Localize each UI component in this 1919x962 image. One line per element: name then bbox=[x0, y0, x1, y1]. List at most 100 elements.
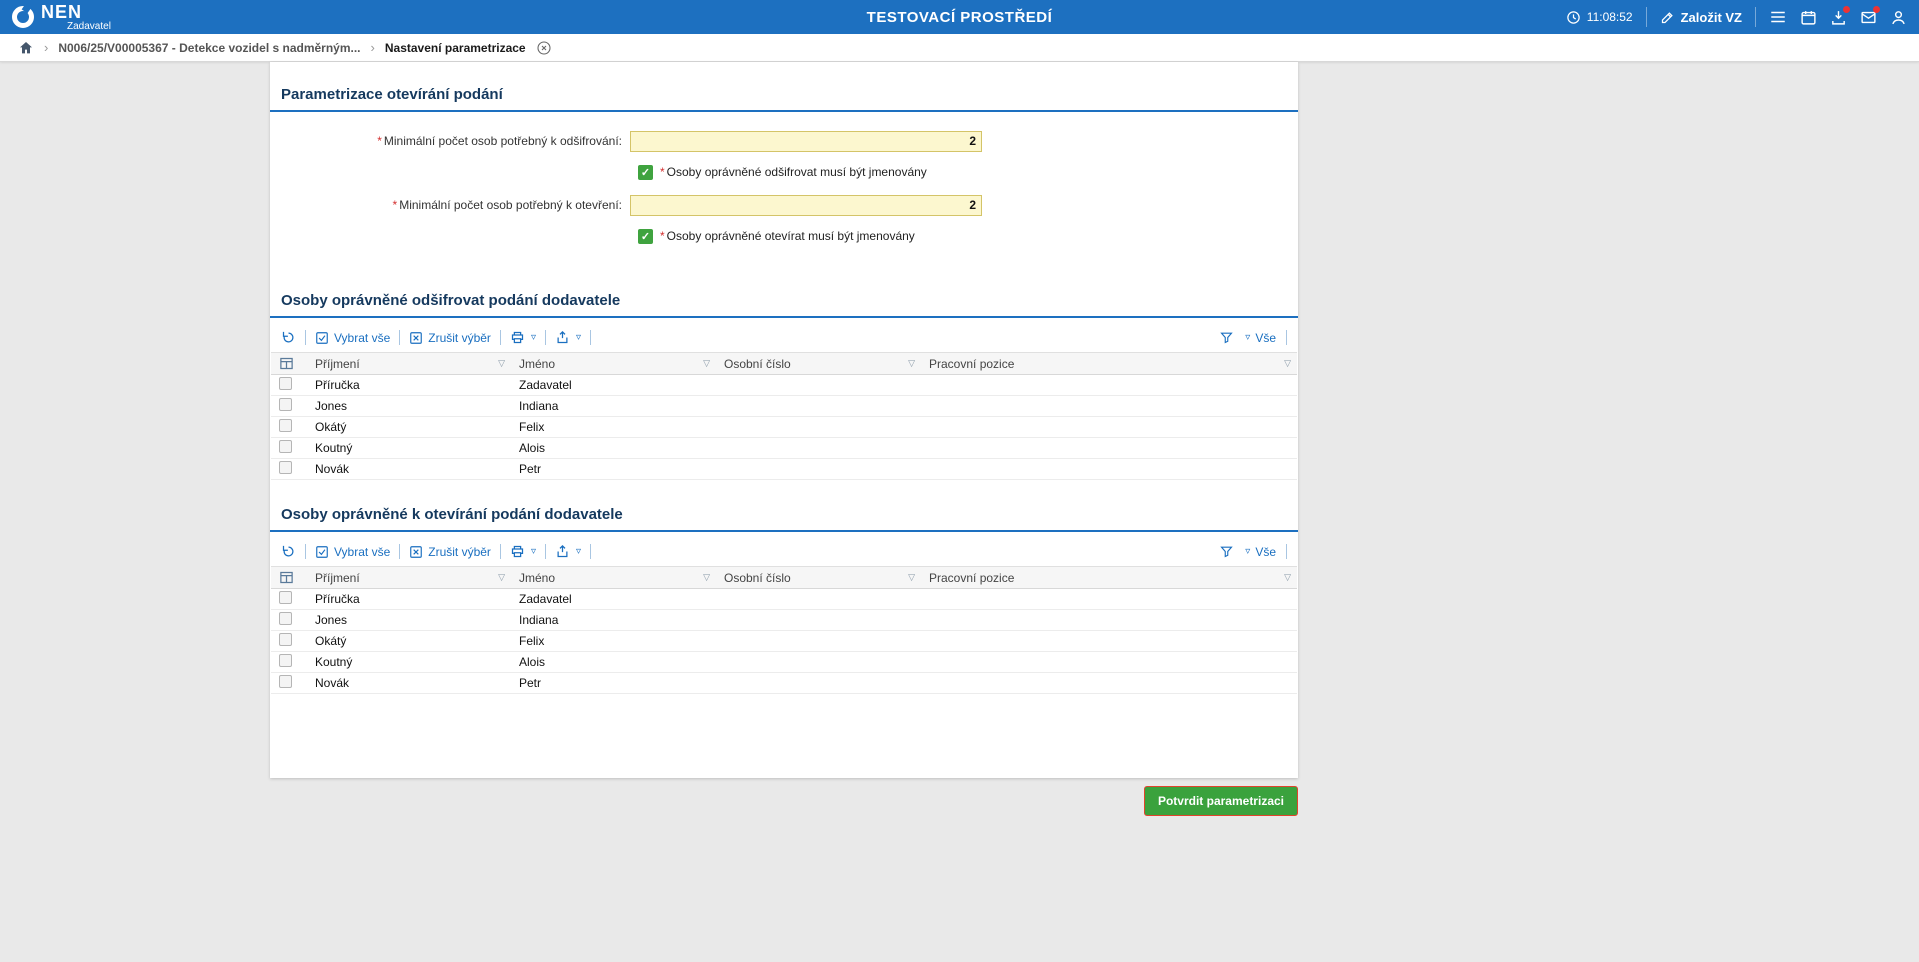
refresh-button[interactable] bbox=[281, 544, 296, 559]
table-cell: Novák bbox=[307, 459, 511, 480]
chevron-down-icon[interactable]: ▿ bbox=[576, 332, 581, 343]
row-checkbox[interactable] bbox=[279, 419, 292, 432]
downloads-icon[interactable] bbox=[1830, 9, 1847, 26]
table-cell bbox=[921, 589, 1297, 610]
column-header[interactable]: Pracovní pozice▽ bbox=[921, 567, 1297, 589]
column-filter-icon[interactable]: ▽ bbox=[703, 572, 710, 583]
column-filter-icon[interactable]: ▽ bbox=[1284, 358, 1291, 369]
select-all-button[interactable]: Vybrat vše bbox=[315, 331, 390, 345]
row-checkbox[interactable] bbox=[279, 654, 292, 667]
messages-icon[interactable] bbox=[1860, 9, 1877, 26]
export-button[interactable]: ▿ bbox=[555, 544, 581, 559]
view-all-dropdown[interactable]: ▿ Vše bbox=[1244, 545, 1276, 559]
table-cell bbox=[716, 589, 921, 610]
row-checkbox[interactable] bbox=[279, 591, 292, 604]
row-checkbox[interactable] bbox=[279, 440, 292, 453]
table-row[interactable]: OkátýFelix bbox=[271, 417, 1297, 438]
column-filter-icon[interactable]: ▽ bbox=[498, 572, 505, 583]
app-logo[interactable]: NEN Zadavatel bbox=[12, 3, 111, 32]
column-header[interactable]: Osobní číslo▽ bbox=[716, 353, 921, 375]
parametrization-panel: Parametrizace otevírání podání *Minimáln… bbox=[270, 62, 1298, 778]
logo-subtitle: Zadavatel bbox=[67, 22, 111, 32]
row-checkbox[interactable] bbox=[279, 675, 292, 688]
row-checkbox-cell bbox=[271, 375, 307, 396]
table-cell bbox=[716, 396, 921, 417]
open-min-persons-label: *Minimální počet osob potřebný k otevřen… bbox=[270, 198, 630, 212]
column-header-label: Jméno bbox=[519, 571, 555, 585]
column-header[interactable]: Příjmení▽ bbox=[307, 353, 511, 375]
table-cell: Jones bbox=[307, 396, 511, 417]
calendar-icon[interactable] bbox=[1800, 9, 1817, 26]
form-row: *Minimální počet osob potřebný k otevřen… bbox=[270, 194, 1298, 216]
column-header[interactable]: Jméno▽ bbox=[511, 353, 716, 375]
filter-button[interactable] bbox=[1219, 544, 1234, 559]
export-button[interactable]: ▿ bbox=[555, 330, 581, 345]
column-filter-icon[interactable]: ▽ bbox=[908, 572, 915, 583]
decrypt-named-checkbox[interactable]: ✓ bbox=[638, 165, 653, 180]
table-row[interactable]: NovákPetr bbox=[271, 673, 1297, 694]
decrypt-min-persons-input[interactable] bbox=[630, 131, 982, 152]
column-filter-icon[interactable]: ▽ bbox=[498, 358, 505, 369]
filter-button[interactable] bbox=[1219, 330, 1234, 345]
table-row[interactable]: OkátýFelix bbox=[271, 631, 1297, 652]
column-header[interactable]: Osobní číslo▽ bbox=[716, 567, 921, 589]
table-cell: Alois bbox=[511, 652, 716, 673]
table-cell bbox=[716, 417, 921, 438]
home-icon[interactable] bbox=[18, 40, 34, 56]
refresh-button[interactable] bbox=[281, 330, 296, 345]
clear-selection-button[interactable]: Zrušit výběr bbox=[409, 545, 491, 559]
column-header-label: Pracovní pozice bbox=[929, 357, 1014, 371]
chevron-down-icon: ▿ bbox=[1245, 546, 1250, 557]
chevron-down-icon[interactable]: ▿ bbox=[531, 546, 536, 557]
section-title-decrypt-persons: Osoby oprávněné odšifrovat podání dodava… bbox=[270, 282, 1298, 318]
row-checkbox-cell bbox=[271, 459, 307, 480]
breadcrumb: › N006/25/V00005367 - Detekce vozidel s … bbox=[0, 34, 1919, 62]
user-profile-icon[interactable] bbox=[1890, 9, 1907, 26]
column-filter-icon[interactable]: ▽ bbox=[703, 358, 710, 369]
chevron-down-icon[interactable]: ▿ bbox=[531, 332, 536, 343]
row-checkbox-cell bbox=[271, 673, 307, 694]
table-row[interactable]: PříručkaZadavatel bbox=[271, 375, 1297, 396]
column-header[interactable]: Jméno ▽ bbox=[511, 567, 716, 589]
column-filter-icon[interactable]: ▽ bbox=[908, 358, 915, 369]
view-all-dropdown[interactable]: ▿ Vše bbox=[1244, 331, 1276, 345]
column-header[interactable]: Příjmení▽ bbox=[307, 567, 511, 589]
row-checkbox[interactable] bbox=[279, 461, 292, 474]
confirm-parametrization-button[interactable]: Potvrdit parametrizaci bbox=[1144, 786, 1298, 816]
table-header-row: Příjmení▽Jméno▽Osobní číslo▽Pracovní poz… bbox=[271, 567, 1297, 589]
table-toolbar: Vybrat vše Zrušit výběr ▿ ▿ ▿ Vše bbox=[281, 330, 1287, 345]
breadcrumb-procedure[interactable]: N006/25/V00005367 - Detekce vozidel s na… bbox=[58, 41, 360, 55]
print-button[interactable]: ▿ bbox=[510, 544, 536, 559]
table-row[interactable]: JonesIndiana bbox=[271, 610, 1297, 631]
table-cell: Felix bbox=[511, 631, 716, 652]
close-tab-icon[interactable] bbox=[536, 40, 552, 56]
table-row[interactable]: JonesIndiana bbox=[271, 396, 1297, 417]
decrypt-persons-table: Příjmení▽Jméno▽Osobní číslo▽Pracovní poz… bbox=[271, 352, 1297, 480]
column-filter-icon[interactable]: ▽ bbox=[1284, 572, 1291, 583]
row-checkbox[interactable] bbox=[279, 398, 292, 411]
create-vz-button[interactable]: Založit VZ bbox=[1660, 10, 1742, 25]
section-title-parametrization: Parametrizace otevírání podání bbox=[270, 76, 1298, 112]
column-settings-header[interactable] bbox=[271, 567, 307, 589]
table-row[interactable]: KoutnýAlois bbox=[271, 652, 1297, 673]
table-row[interactable]: KoutnýAlois bbox=[271, 438, 1297, 459]
row-checkbox[interactable] bbox=[279, 633, 292, 646]
table-cell: Okátý bbox=[307, 417, 511, 438]
row-checkbox[interactable] bbox=[279, 377, 292, 390]
print-button[interactable]: ▿ bbox=[510, 330, 536, 345]
table-row[interactable]: PříručkaZadavatel bbox=[271, 589, 1297, 610]
row-checkbox[interactable] bbox=[279, 612, 292, 625]
clock: 11:08:52 bbox=[1566, 10, 1633, 25]
open-min-persons-input[interactable] bbox=[630, 195, 982, 216]
form-row: *Minimální počet osob potřebný k odšifro… bbox=[270, 130, 1298, 152]
clear-selection-button[interactable]: Zrušit výběr bbox=[409, 331, 491, 345]
table-row[interactable]: NovákPetr bbox=[271, 459, 1297, 480]
chevron-down-icon[interactable]: ▿ bbox=[576, 546, 581, 557]
breadcrumb-current-page: Nastavení parametrizace bbox=[385, 41, 526, 55]
column-header[interactable]: Pracovní pozice ▽ bbox=[921, 353, 1297, 375]
select-all-button[interactable]: Vybrat vše bbox=[315, 545, 390, 559]
open-named-checkbox[interactable]: ✓ bbox=[638, 229, 653, 244]
menu-icon[interactable] bbox=[1769, 8, 1787, 26]
column-settings-header[interactable] bbox=[271, 353, 307, 375]
table-cell: Koutný bbox=[307, 438, 511, 459]
